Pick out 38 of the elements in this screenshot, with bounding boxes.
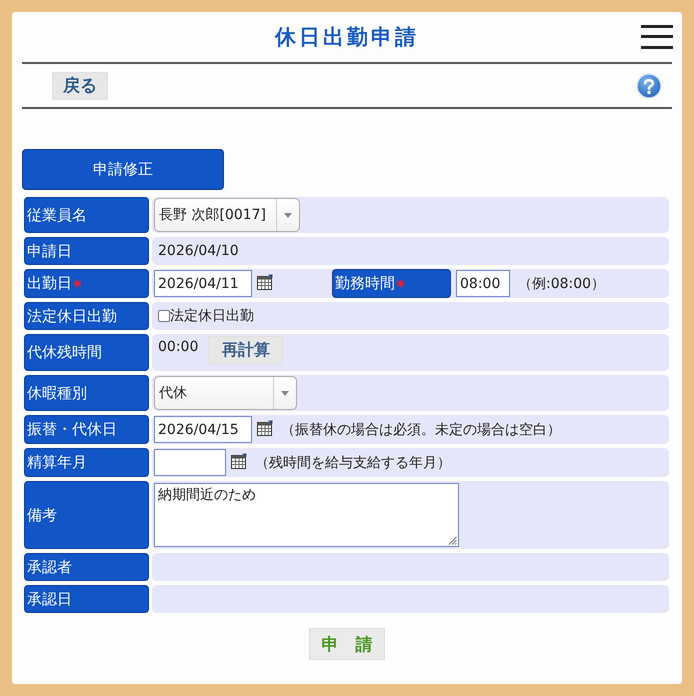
- field-value: 00:00: [157, 339, 198, 355]
- caret-icon: [284, 212, 292, 218]
- help-icon[interactable]: [636, 72, 662, 98]
- field-label: 出勤日: [24, 269, 149, 298]
- field-label: 休暇種別: [24, 375, 149, 411]
- field-label: 精算年月: [24, 448, 149, 477]
- dropdown[interactable]: 長野 次郎[0017]: [154, 198, 300, 232]
- edit-request-button[interactable]: 申請修正: [22, 149, 224, 190]
- resize-grip-icon[interactable]: [447, 535, 457, 545]
- time-field[interactable]: 08:00: [456, 270, 510, 297]
- calendar-icon[interactable]: [257, 274, 273, 290]
- field-label: 承認日: [24, 585, 149, 613]
- recalculate-button[interactable]: 再計算: [208, 336, 284, 364]
- month-field[interactable]: [154, 449, 226, 476]
- field-label: 承認者: [24, 553, 149, 581]
- field-label: 振替・代休日: [24, 415, 149, 444]
- hint-text: （例:08:00）: [518, 274, 606, 292]
- checkbox-label[interactable]: 法定休日出勤: [170, 307, 254, 325]
- field-label: 備考: [24, 481, 149, 549]
- menu-icon[interactable]: [641, 25, 673, 49]
- hint-text: （振替休の場合は必須。未定の場合は空白）: [281, 420, 561, 438]
- page-title: 休日出勤申請: [275, 24, 419, 51]
- field-label: 申請日: [24, 237, 149, 265]
- checkbox[interactable]: [158, 310, 170, 322]
- caret-icon: [281, 390, 289, 396]
- calendar-icon[interactable]: [231, 452, 247, 468]
- field-value: 2026/04/10: [157, 243, 239, 259]
- calendar-icon[interactable]: [257, 420, 273, 436]
- field-label: 代休残時間: [24, 334, 149, 371]
- date-field[interactable]: 2026/04/11: [154, 270, 252, 297]
- field-label: 法定休日出勤: [24, 302, 149, 330]
- back-button[interactable]: 戻る: [52, 72, 108, 100]
- remarks-textarea[interactable]: 納期間近のため: [154, 483, 459, 547]
- date-field[interactable]: 2026/04/15: [154, 416, 252, 443]
- hint-text: （残時間を給与支給する年月）: [255, 454, 451, 472]
- field-label: 勤務時間: [332, 269, 451, 298]
- field-label: 従業員名: [24, 197, 149, 233]
- dropdown[interactable]: 代休: [154, 376, 297, 410]
